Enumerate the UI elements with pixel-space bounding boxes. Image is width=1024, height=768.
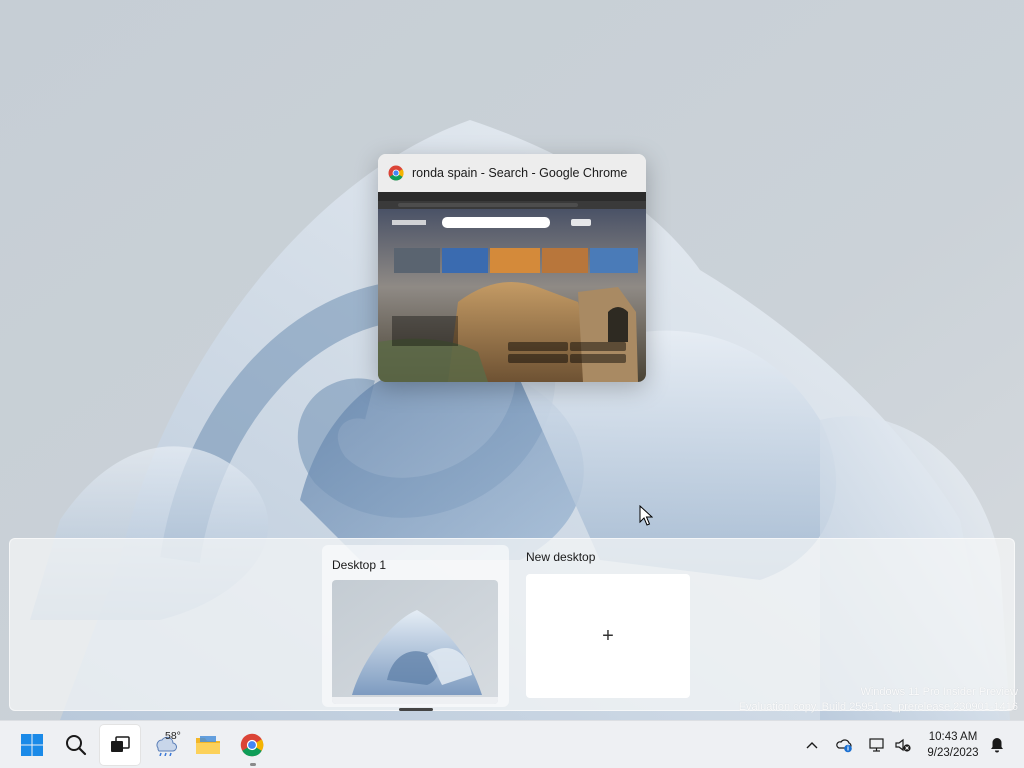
window-title: ronda spain - Search - Google Chrome	[412, 166, 628, 180]
onedrive-tray-button[interactable]	[832, 725, 858, 765]
plus-icon: +	[602, 624, 614, 647]
task-view-button[interactable]	[100, 725, 140, 765]
active-desktop-indicator	[399, 708, 433, 711]
watermark-line-1: Windows 11 Pro Insider Preview	[860, 686, 1018, 698]
file-explorer-button[interactable]	[188, 725, 228, 765]
desktop-1-label: Desktop 1	[332, 558, 387, 572]
start-button[interactable]	[12, 725, 52, 765]
volume-muted-icon	[895, 738, 911, 752]
new-desktop-label: New desktop	[526, 550, 596, 564]
taskbar: 58° 10:43 AM 9/23/2023	[0, 720, 1024, 768]
windows-logo-icon	[21, 734, 43, 756]
cloud-info-icon	[836, 739, 852, 753]
volume-tray-button[interactable]	[890, 725, 916, 765]
window-thumbnail-chrome[interactable]: ronda spain - Search - Google Chrome	[378, 154, 646, 382]
notifications-button[interactable]	[986, 725, 1008, 765]
network-tray-button[interactable]	[864, 725, 890, 765]
search-button[interactable]	[56, 725, 96, 765]
file-explorer-icon	[196, 736, 220, 754]
new-desktop-item[interactable]: New desktop +	[516, 545, 696, 707]
mouse-cursor-icon	[639, 505, 653, 526]
bell-icon	[991, 738, 1003, 753]
desktop-1-thumbnail[interactable]	[332, 580, 498, 704]
window-preview	[378, 192, 646, 382]
clock[interactable]: 10:43 AM 9/23/2023	[918, 729, 988, 761]
window-titlebar: ronda spain - Search - Google Chrome	[378, 154, 646, 192]
search-icon	[66, 735, 87, 756]
chrome-icon	[240, 733, 264, 757]
weather-temperature: 58°	[165, 730, 181, 742]
task-view-icon	[111, 736, 130, 752]
running-app-indicator	[250, 763, 256, 766]
network-icon	[869, 738, 884, 752]
desktop-1-item[interactable]: Desktop 1	[322, 545, 509, 711]
chevron-up-icon	[806, 742, 818, 749]
clock-time: 10:43 AM	[928, 731, 978, 743]
clock-date: 9/23/2023	[927, 747, 979, 759]
chrome-taskbar-button[interactable]	[232, 725, 272, 765]
show-hidden-icons-button[interactable]	[800, 725, 824, 765]
watermark-line-2: Evaluation copy. Build 25951.rs_prerelea…	[738, 701, 1018, 713]
chrome-icon	[388, 165, 404, 181]
new-desktop-button[interactable]: +	[526, 574, 690, 698]
